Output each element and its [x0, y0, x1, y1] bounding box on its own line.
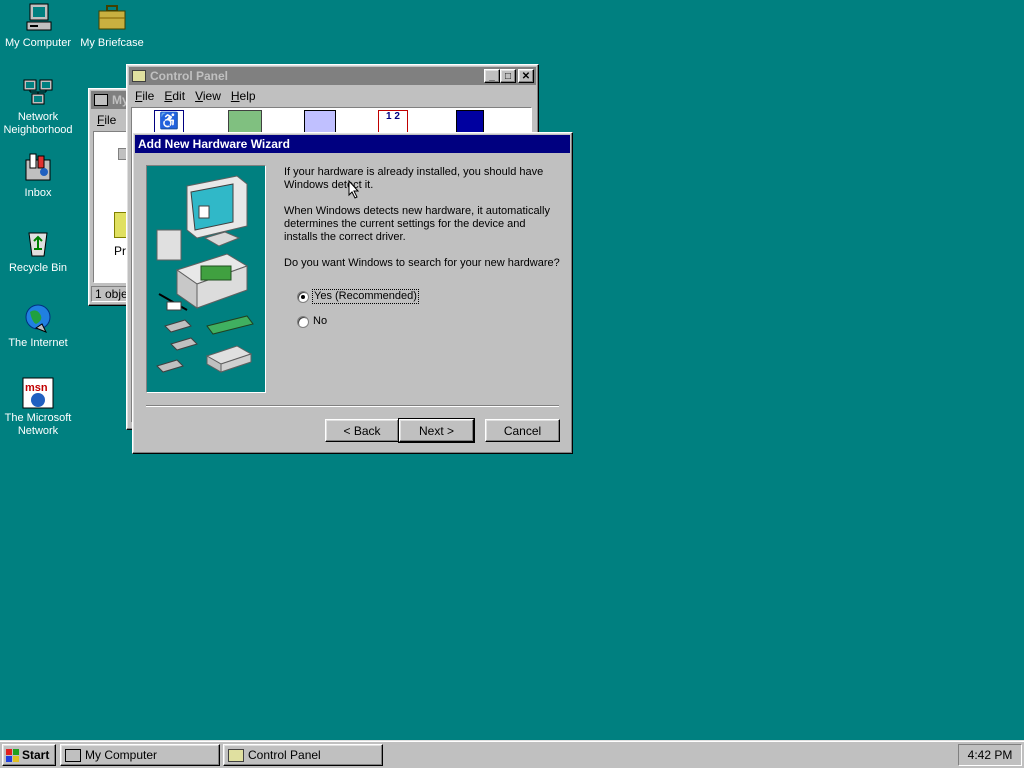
control-panel-icon [132, 70, 146, 82]
start-button[interactable]: Start [2, 744, 56, 766]
hardware-illustration [146, 165, 266, 393]
radio-no[interactable]: No [297, 314, 357, 330]
desktop-icon-my-computer[interactable]: My Computer [0, 2, 76, 50]
task-label: My Computer [85, 748, 158, 762]
my-computer-icon [26, 3, 52, 31]
wizard-question: Do you want Windows to search for your n… [284, 257, 560, 269]
menu-file[interactable]: File [93, 113, 122, 127]
desktop-icon-recycle-bin[interactable]: Recycle Bin [0, 227, 76, 275]
start-label: Start [22, 748, 50, 762]
desktop-icon-label: My Computer [4, 37, 72, 49]
mouse-cursor-icon [348, 180, 360, 199]
computer-small-icon [94, 94, 108, 106]
wizard-text-1: If your hardware is already installed, y… [284, 166, 544, 191]
desktop-icon-microsoft-network[interactable]: msn The Microsoft Network [0, 377, 76, 438]
dialog-title: Add New Hardware Wizard [138, 137, 290, 151]
clock-text: 4:42 PM [967, 748, 1013, 762]
desktop-icon-the-internet[interactable]: The Internet [0, 302, 76, 350]
control-panel-titlebar[interactable]: Control Panel _ □ ✕ [129, 67, 536, 85]
desktop-icon-label: My Briefcase [80, 37, 144, 49]
control-panel-icon [228, 748, 244, 762]
add-remove-programs-icon[interactable] [304, 110, 336, 134]
task-label: Control Panel [248, 748, 321, 762]
wizard-titlebar[interactable]: Add New Hardware Wizard [135, 135, 570, 153]
radio-yes-label[interactable]: Yes (Recommended) [312, 289, 419, 304]
add-hardware-icon[interactable] [228, 110, 262, 134]
system-tray-clock[interactable]: 4:42 PM [958, 744, 1022, 766]
next-button[interactable]: Next > [398, 418, 475, 443]
svg-text:msn: msn [25, 382, 48, 394]
radio-no-label[interactable]: No [313, 315, 327, 328]
internet-icon [25, 304, 51, 333]
desktop-icon-my-briefcase[interactable]: My Briefcase [74, 2, 150, 50]
window-title: Control Panel [150, 69, 229, 83]
msn-icon: msn [22, 377, 54, 409]
wizard-text-2: When Windows detects new hardware, it au… [284, 205, 550, 243]
accessibility-icon[interactable]: ♿ [154, 110, 184, 134]
taskbar-button-control-panel[interactable]: Control Panel [223, 744, 383, 766]
taskbar: Start My Computer Control Panel 4:42 PM [0, 740, 1024, 768]
briefcase-icon [98, 5, 126, 30]
close-button[interactable]: ✕ [518, 69, 534, 83]
separator [146, 405, 559, 407]
hardware-illustration-art [156, 175, 254, 373]
desktop-icon-label: The Internet [8, 337, 68, 349]
desktop-icon-inbox[interactable]: Inbox [0, 152, 76, 200]
inbox-icon [25, 153, 51, 181]
maximize-button[interactable]: □ [500, 69, 516, 83]
back-button[interactable]: < Back [325, 419, 399, 442]
desktop-icon-label: Inbox [24, 187, 52, 199]
display-icon[interactable] [456, 110, 484, 134]
taskbar-button-my-computer[interactable]: My Computer [60, 744, 220, 766]
date-time-icon[interactable]: 1 2 [378, 110, 408, 134]
menu-file[interactable]: File [131, 89, 160, 103]
radio-yes[interactable]: Yes (Recommended) [297, 289, 427, 305]
desktop-icon-label: Network Neighborhood [3, 111, 73, 136]
desktop-icon-label: Recycle Bin [8, 262, 68, 274]
network-icon [23, 79, 53, 105]
cancel-button[interactable]: Cancel [485, 419, 560, 442]
menu-view[interactable]: View [191, 89, 227, 103]
minimize-button[interactable]: _ [484, 69, 500, 83]
desktop-icon-label: The Microsoft Network [4, 412, 72, 437]
desktop-icon-network-neighborhood[interactable]: Network Neighborhood [0, 76, 76, 137]
my-computer-icon [65, 748, 81, 762]
windows-logo-icon [6, 748, 19, 762]
menu-edit[interactable]: Edit [160, 89, 191, 103]
radio-yes-circle[interactable] [297, 291, 309, 303]
recycle-bin-icon [28, 232, 48, 257]
menubar: File Edit View Help [127, 87, 538, 105]
menu-help[interactable]: Help [227, 89, 262, 103]
radio-no-circle[interactable] [297, 316, 309, 328]
